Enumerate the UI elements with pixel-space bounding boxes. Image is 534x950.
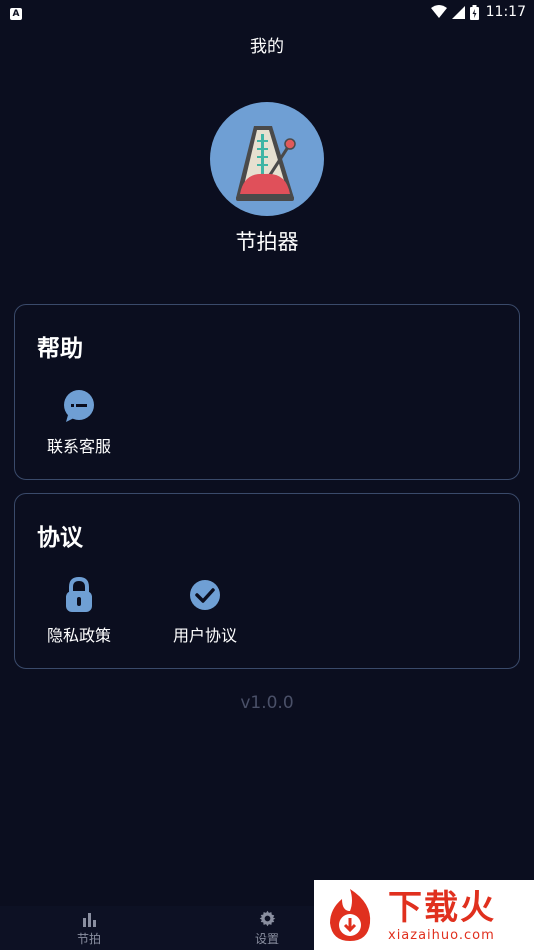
page-title: 我的 — [250, 37, 284, 57]
wifi-icon — [430, 5, 447, 18]
user-agreement-label: 用户协议 — [172, 626, 237, 645]
user-agreement-button[interactable]: 用户协议 — [155, 578, 255, 646]
app-name: 节拍器 — [235, 230, 299, 254]
status-right: 11:17 — [430, 4, 526, 20]
watermark-title: 下载火 — [388, 887, 496, 928]
help-card: 帮助 联系客服 — [14, 304, 520, 480]
status-left: A — [10, 4, 22, 20]
help-card-title: 帮助 — [37, 336, 83, 362]
contact-support-label: 联系客服 — [46, 437, 111, 456]
tab-metronome-label: 节拍 — [76, 931, 101, 946]
tab-metronome[interactable]: 节拍 — [0, 906, 178, 950]
a-notification-icon: A — [10, 8, 22, 20]
version-label: v1.0.0 — [240, 693, 294, 713]
gear-icon — [258, 910, 276, 928]
bar-chart-icon — [80, 910, 98, 928]
watermark-logo: 下载火 xiazaihuo.com — [314, 880, 534, 950]
app-logo — [210, 102, 324, 216]
agreement-card-title: 协议 — [37, 525, 83, 551]
privacy-policy-label: 隐私政策 — [46, 626, 111, 645]
watermark-text: 下载火 xiazaihuo.com — [388, 888, 496, 943]
chat-icon — [62, 389, 96, 423]
check-circle-icon — [188, 578, 222, 612]
signal-icon — [451, 5, 465, 19]
tab-settings-label: 设置 — [254, 931, 279, 946]
battery-icon — [469, 4, 479, 20]
agreement-card: 协议 隐私政策 用户协议 — [14, 493, 520, 669]
flame-logo-icon — [330, 889, 371, 941]
watermark-url: xiazaihuo.com — [388, 927, 495, 943]
contact-support-button[interactable]: 联系客服 — [29, 389, 129, 457]
privacy-policy-button[interactable]: 隐私政策 — [29, 577, 129, 646]
status-bar: A 11:17 — [0, 0, 534, 24]
lock-icon — [62, 577, 96, 612]
status-time: 11:17 — [485, 4, 526, 20]
metronome-icon — [236, 126, 296, 201]
